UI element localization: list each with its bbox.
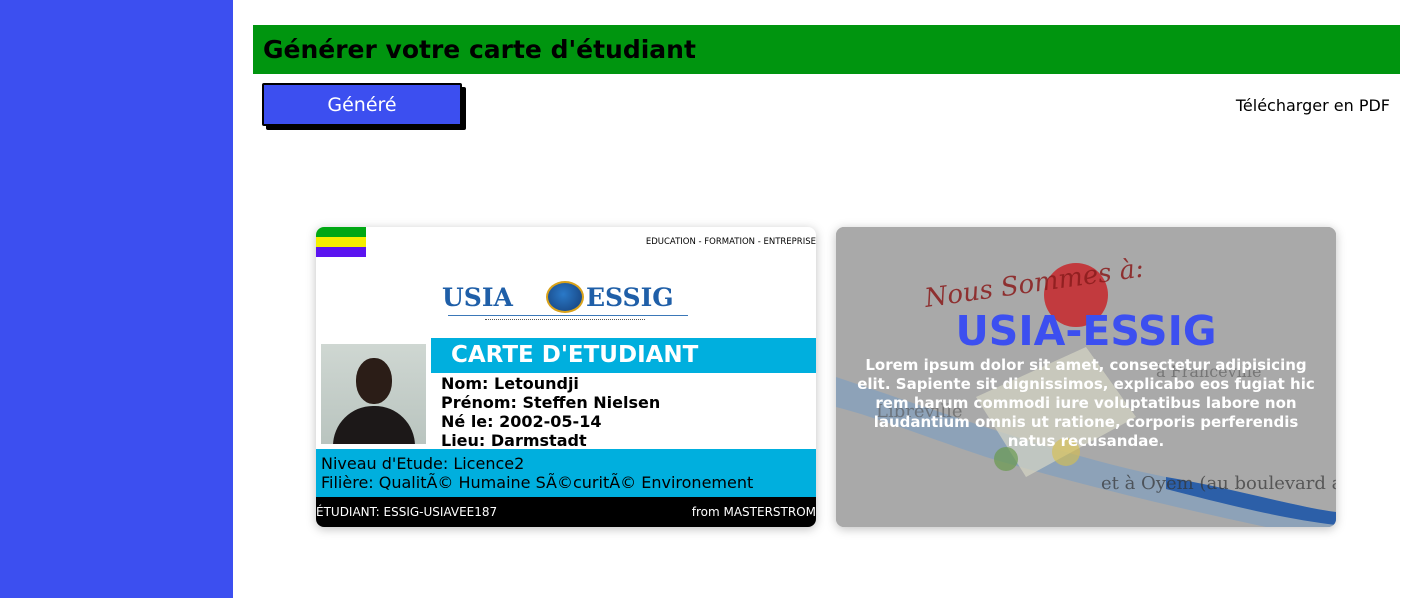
svg-text:et à Oyem (au boulevard après: et à Oyem (au boulevard après CNSS) [1101, 473, 1336, 494]
student-nom: Nom: Letoundji [441, 374, 579, 393]
page-title: Générer votre carte d'étudiant [263, 35, 696, 64]
student-photo [321, 344, 426, 444]
card-title-band: CARTE D'ETUDIANT [431, 338, 816, 373]
main-content: Générer votre carte d'étudiant Généré Té… [233, 0, 1412, 598]
back-title: USIA-ESSIG [955, 307, 1217, 355]
card-title: CARTE D'ETUDIANT [451, 342, 699, 368]
usia-essig-logo: USIA ESSIG [440, 277, 692, 327]
logo-left-text: USIA [442, 283, 513, 312]
student-id: ÉTUDIANT: ESSIG-USIAVEE187 [316, 505, 498, 519]
student-filiere: Filière: QualitÃ© Humaine SÃ©curitÃ© Env… [321, 473, 754, 492]
download-pdf-link[interactable]: Télécharger en PDF [1236, 96, 1390, 115]
student-info: Nom: Letoundji Prénom: Steffen Nielsen N… [441, 374, 660, 450]
student-niveau: Niveau d'Etude: Licence2 [321, 454, 525, 473]
globe-icon [546, 281, 584, 313]
student-prenom: Prénom: Steffen Nielsen [441, 393, 661, 412]
student-card-back: Nous Sommes à: Libreville à Franceville … [836, 227, 1336, 527]
card-footer-credit: from MASTERSTROM [691, 505, 816, 519]
card-footer: ÉTUDIANT: ESSIG-USIAVEE187 from MASTERST… [316, 497, 816, 527]
logo-subtext-line [485, 319, 645, 323]
card-tagline: EDUCATION - FORMATION - ENTREPRISE [645, 237, 816, 247]
page-header: Générer votre carte d'étudiant [253, 25, 1400, 74]
student-birthplace: Lieu: Darmstadt [441, 431, 587, 450]
back-description: Lorem ipsum dolor sit amet, consectetur … [857, 356, 1315, 450]
student-card-front: EDUCATION - FORMATION - ENTREPRISE USIA … [316, 227, 816, 527]
logo-right-text: ESSIG [586, 283, 674, 312]
logo-underline [448, 315, 688, 316]
study-info-band: Niveau d'Etude: Licence2 Filière: Qualit… [316, 449, 816, 497]
student-birthdate: Né le: 2002-05-14 [441, 412, 602, 431]
sidebar [0, 0, 233, 598]
generate-button[interactable]: Généré [262, 83, 462, 126]
gabon-flag-icon [316, 227, 366, 257]
